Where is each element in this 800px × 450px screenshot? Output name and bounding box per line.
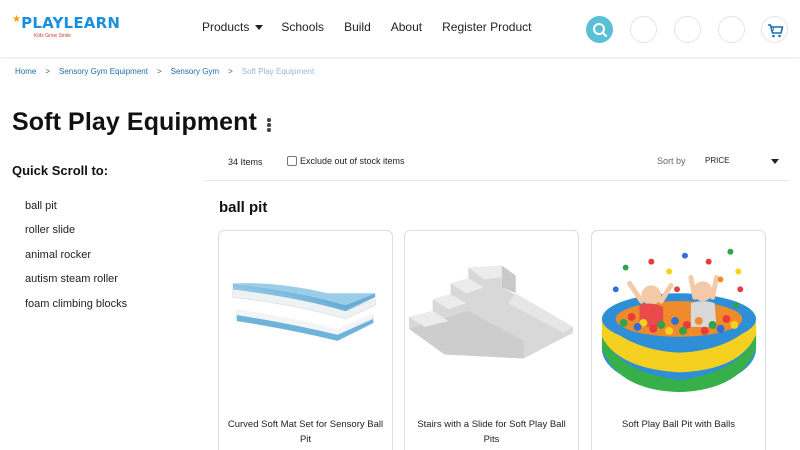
nav-products[interactable]: Products (202, 20, 264, 34)
quick-scroll-ball-pit[interactable]: ball pit (25, 200, 127, 224)
quick-scroll-animal-rocker[interactable]: animal rocker (25, 249, 127, 273)
breadcrumb-current: Soft Play Equipment (241, 67, 315, 76)
logo-wordmark: ★PLAYLEARN (12, 14, 121, 32)
product-image (408, 265, 574, 359)
sort-by-label: Sort by (657, 156, 686, 166)
search-button[interactable] (586, 16, 613, 43)
page-title: Soft Play Equipment (12, 108, 257, 136)
items-count: 34 Items (228, 157, 263, 167)
product-name[interactable]: Soft Play Ball Pit with Balls (600, 417, 757, 432)
breadcrumb-home[interactable]: Home (15, 67, 36, 76)
chevron-down-icon (771, 159, 779, 164)
chevron-right-icon: > (45, 67, 51, 76)
chevron-right-icon: > (156, 67, 162, 76)
product-card[interactable]: Curved Soft Mat Set for Sensory Ball Pit (218, 230, 393, 450)
product-card[interactable]: Stairs with a Slide for Soft Play Ball P… (404, 230, 579, 450)
sort-select[interactable]: PRICE (705, 156, 779, 165)
breadcrumb-sensory-gym-equipment[interactable]: Sensory Gym Equipment (59, 67, 148, 76)
compare-button[interactable] (718, 16, 745, 43)
sort-select-value: PRICE (705, 156, 730, 165)
cart-icon (768, 24, 784, 38)
logo-tagline: Kids Grow Smile (34, 33, 71, 39)
product-name[interactable]: Curved Soft Mat Set for Sensory Ball Pit (227, 417, 384, 447)
breadcrumb: Home > Sensory Gym Equipment > Sensory G… (15, 67, 314, 76)
chevron-down-icon (255, 25, 264, 31)
nav-schools[interactable]: Schools (281, 20, 324, 34)
nav-register-product[interactable]: Register Product (442, 20, 531, 34)
cart-button[interactable]: 0 (761, 16, 788, 43)
account-button[interactable] (630, 16, 657, 43)
playlearn-logo[interactable]: ★PLAYLEARN Kids Grow Smile (12, 14, 121, 44)
quick-scroll-title: Quick Scroll to: (12, 163, 109, 178)
exclude-out-of-stock-checkbox[interactable]: Exclude out of stock items (287, 156, 405, 166)
section-title: ball pit (219, 199, 268, 216)
site-header: ★PLAYLEARN Kids Grow Smile Products Scho… (0, 0, 800, 58)
breadcrumb-sensory-gym[interactable]: Sensory Gym (171, 67, 219, 76)
nav-products-label: Products (202, 20, 250, 34)
product-card[interactable]: Soft Play Ball Pit with Balls (591, 230, 766, 450)
nav-build[interactable]: Build (344, 20, 371, 34)
search-icon (593, 23, 608, 38)
quick-scroll-roller-slide[interactable]: roller slide (25, 224, 127, 248)
product-image (601, 248, 757, 393)
nav-about[interactable]: About (391, 20, 422, 34)
product-image (232, 283, 376, 342)
wishlist-button[interactable] (674, 16, 701, 43)
product-name[interactable]: Stairs with a Slide for Soft Play Ball P… (413, 417, 570, 447)
logo-name: PLAYLEARN (21, 14, 121, 32)
checkbox-box[interactable] (287, 156, 297, 166)
chevron-right-icon: > (228, 67, 233, 76)
quick-scroll-list: ball pit roller slide animal rocker auti… (25, 200, 127, 322)
more-options-icon[interactable] (266, 118, 272, 132)
main-nav: Products Schools Build About Register Pr… (202, 20, 551, 34)
quick-scroll-foam-climbing-blocks[interactable]: foam climbing blocks (25, 298, 127, 322)
exclude-out-of-stock-label: Exclude out of stock items (300, 156, 405, 166)
quick-scroll-autism-steam-roller[interactable]: autism steam roller (25, 273, 127, 297)
listing-toolbar: 34 Items Exclude out of stock items Sort… (205, 150, 788, 181)
cart-count-badge: 0 (771, 27, 775, 33)
